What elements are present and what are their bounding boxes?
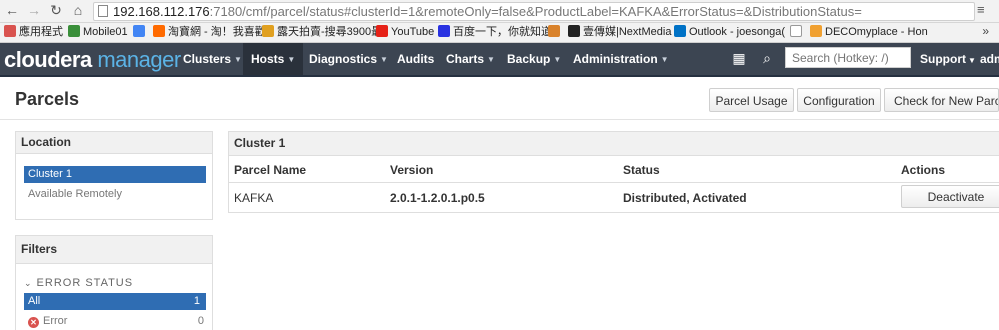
page-icon	[790, 25, 802, 37]
error-x-icon: ✕	[28, 317, 39, 328]
caret-down-icon: ▼	[553, 55, 562, 64]
parcel-gift-icon[interactable]: ▦	[731, 51, 747, 65]
bookmark-nextmedia[interactable]: 壹傳媒|NextMedia	[568, 25, 671, 40]
location-available-remotely[interactable]: Available Remotely	[28, 188, 122, 200]
menu-hosts[interactable]: Hosts ▼	[243, 43, 304, 75]
page-icon	[98, 5, 108, 17]
bookmark-apps[interactable]: 應用程式	[4, 25, 63, 40]
diamond-icon	[548, 25, 560, 37]
baidu-icon	[438, 25, 450, 37]
col-parcel-name: Parcel Name	[234, 163, 307, 177]
address-bar[interactable]: 192.168.112.176:7180/cmf/parcel/status#c…	[93, 2, 975, 21]
menu-charts[interactable]: Charts ▼	[446, 52, 495, 66]
address-url: 192.168.112.176:7180/cmf/parcel/status#c…	[113, 4, 862, 19]
apps-grid-icon	[4, 25, 16, 37]
configuration-button[interactable]: Configuration	[797, 88, 881, 112]
google-icon	[133, 25, 145, 37]
browser-toolbar: ← → ↻ ⌂ 192.168.112.176:7180/cmf/parcel/…	[0, 0, 999, 23]
parcel-status-cell: Distributed, Activated	[623, 191, 747, 205]
bookmark-ruten[interactable]: 露天拍賣-搜尋3900最	[262, 25, 382, 40]
location-title: Location	[16, 132, 212, 154]
ruten-icon	[262, 25, 274, 37]
support-menu[interactable]: Support ▼	[920, 52, 976, 66]
bookmark-taobao[interactable]: 淘寶網 - 淘！我喜歡	[153, 25, 266, 40]
youtube-icon	[376, 25, 388, 37]
parcel-usage-button[interactable]: Parcel Usage	[709, 88, 794, 112]
check-new-parcels-button[interactable]: Check for New Parcels	[884, 88, 999, 112]
filter-error[interactable]: ✕ Error 0	[28, 315, 204, 328]
caret-down-icon: ▼	[380, 55, 388, 64]
bookmark-unknown[interactable]	[548, 25, 563, 40]
deactivate-button[interactable]: Deactivate	[901, 185, 999, 208]
header-row-divider	[229, 182, 999, 183]
parcel-version-cell: 2.0.1-1.2.0.1.p0.5	[390, 191, 485, 205]
location-cluster-1[interactable]: Cluster 1	[24, 166, 206, 183]
back-arrow-icon[interactable]: ←	[4, 2, 20, 18]
commands-icon[interactable]: ⌕	[759, 51, 775, 65]
location-panel: Location Cluster 1 Available Remotely	[15, 131, 213, 220]
bookmark-youtube[interactable]: YouTube	[376, 25, 434, 40]
error-status-toggle[interactable]: ⌄ ERROR STATUS	[24, 277, 133, 289]
bookmark-google[interactable]	[133, 25, 148, 40]
bookmark-outlook[interactable]: Outlook - joesonga(	[674, 25, 785, 40]
url-host: 192.168.112.176	[113, 4, 210, 19]
bookmark-page[interactable]	[790, 25, 805, 40]
reload-icon[interactable]: ↻	[48, 2, 64, 18]
header-divider	[0, 119, 999, 120]
parcel-name-cell: KAFKA	[234, 191, 274, 205]
menu-clusters[interactable]: Clusters ▼	[183, 52, 242, 66]
menu-audits[interactable]: Audits	[397, 52, 434, 66]
caret-down-icon: ▼	[234, 55, 242, 64]
col-version: Version	[390, 163, 434, 177]
filter-all[interactable]: All 1	[24, 293, 206, 310]
col-actions: Actions	[901, 163, 946, 177]
forward-arrow-icon[interactable]: →	[26, 2, 42, 18]
caret-down-icon: ▼	[968, 56, 976, 65]
menu-administration[interactable]: Administration ▼	[573, 52, 669, 66]
bookmarks-bar: 應用程式 Mobile01 淘寶網 - 淘！我喜歡 露天拍賣-搜尋3900最 Y…	[0, 23, 999, 43]
bookmark-mobile01[interactable]: Mobile01	[68, 25, 128, 40]
chevron-down-icon: ⌄	[24, 278, 33, 288]
outlook-icon	[674, 25, 686, 37]
filters-title: Filters	[16, 236, 212, 264]
nextmedia-icon	[568, 25, 580, 37]
cluster-parcels-panel: Cluster 1 Parcel Name Version Status Act…	[228, 131, 999, 213]
bookmark-decomyplace[interactable]: DECOmyplace - Hon	[810, 25, 928, 40]
caret-down-icon: ▼	[287, 55, 296, 64]
page-title: Parcels	[15, 89, 80, 109]
user-menu[interactable]: adm	[980, 52, 999, 66]
cloudera-logo[interactable]: cloudera manager	[4, 47, 181, 73]
home-icon[interactable]: ⌂	[70, 2, 86, 18]
decomyplace-icon	[810, 25, 822, 37]
caret-down-icon: ▼	[660, 55, 669, 64]
caret-down-icon: ▼	[487, 55, 495, 64]
menu-diagnostics[interactable]: Diagnostics ▼	[309, 52, 388, 66]
more-bookmarks-icon[interactable]: »	[982, 24, 989, 38]
cluster-title: Cluster 1	[229, 132, 999, 156]
url-path: :7180/cmf/parcel/status#clusterId=1&remo…	[209, 4, 862, 19]
col-status: Status	[623, 163, 660, 177]
menu-backup[interactable]: Backup ▼	[507, 52, 561, 66]
bookmark-baidu[interactable]: 百度一下，你就知道	[438, 25, 552, 40]
search-input[interactable]	[785, 47, 911, 68]
mobile01-icon	[68, 25, 80, 37]
filters-panel: Filters ⌄ ERROR STATUS All 1 ✕ Error 0	[15, 235, 213, 330]
taobao-icon	[153, 25, 165, 37]
browser-menu-icon[interactable]: ≡	[977, 2, 991, 17]
